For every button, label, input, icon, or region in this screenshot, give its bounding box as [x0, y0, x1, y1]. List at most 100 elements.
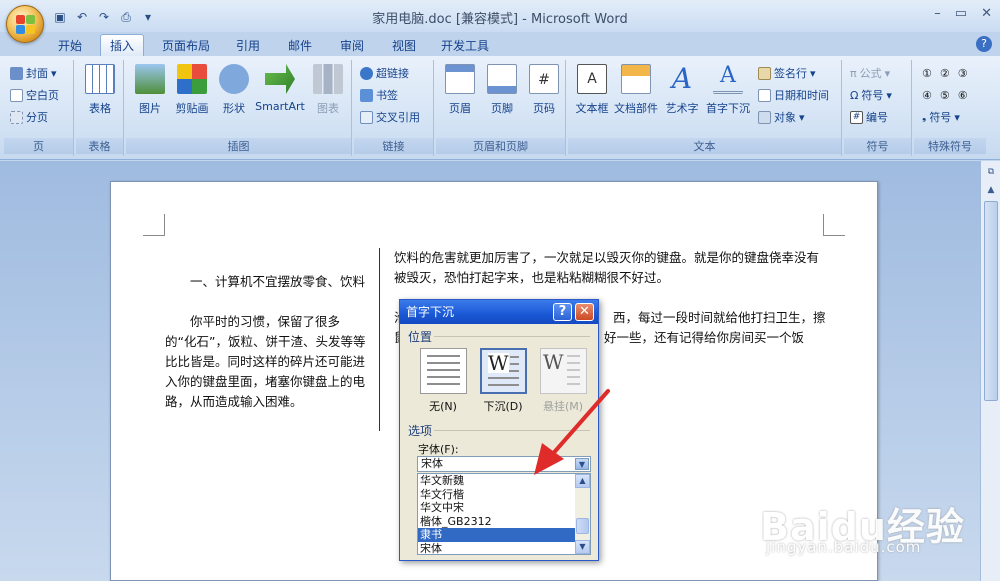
- clipart-icon: [177, 64, 207, 94]
- page-break-button[interactable]: 分页: [10, 108, 48, 126]
- hyperlink-icon: [360, 66, 373, 80]
- group-label-pages: 页: [4, 138, 73, 154]
- special-symbol-6[interactable]: ⑥: [958, 89, 968, 102]
- group-text: A 文本框 文档部件 A 艺术字 A 首字下沉 签名行 ▾ 日期和时间 对象 ▾ 文本: [568, 60, 842, 156]
- baidu-watermark: Baidu经验 jingyan.baidu.com: [760, 470, 985, 580]
- signature-line-button[interactable]: 签名行 ▾: [758, 64, 816, 82]
- title-bar: ▣ ↶ ↷ ⎙ ▾ 家用电脑.doc [兼容模式] - Microsoft Wo…: [0, 0, 1000, 43]
- header-icon: [445, 64, 475, 94]
- quick-parts-button[interactable]: 文档部件: [612, 64, 660, 116]
- heading-paragraph: 一、计算机不宜摆放零食、饮料: [190, 274, 366, 289]
- font-option[interactable]: 楷体_GB2312: [418, 515, 576, 529]
- tab-references[interactable]: 引用: [228, 36, 268, 56]
- scroll-down-icon[interactable]: ▼: [575, 540, 590, 554]
- font-option[interactable]: 华文中宋: [418, 501, 576, 515]
- restore-icon[interactable]: ▭: [955, 6, 967, 21]
- smartart-button[interactable]: SmartArt: [252, 64, 308, 113]
- group-links: 超链接 书签 交叉引用 链接: [354, 60, 434, 156]
- textbox-button[interactable]: A 文本框: [570, 64, 614, 116]
- window-controls: – ▭ ✕: [934, 6, 992, 21]
- footer-icon: [487, 64, 517, 94]
- special-symbol-4[interactable]: ④: [922, 89, 932, 102]
- picture-icon: [135, 64, 165, 94]
- body-paragraph: 饮料的危害就更加厉害了，一次就足以毁灭你的键盘。就是你的键盘侥幸没有被毁灭，恐怕…: [394, 250, 820, 285]
- group-special-symbols: ① ② ③ ④ ⑤ ⑥ ❟ 符号 ▾ 特殊符号: [914, 60, 986, 156]
- clipart-button[interactable]: 剪贴画: [170, 64, 214, 116]
- cross-reference-button[interactable]: 交叉引用: [360, 108, 420, 126]
- blank-page-button[interactable]: 空白页: [10, 86, 59, 104]
- font-dropdown-list[interactable]: 华文新魏 华文行楷 华文中宋 楷体_GB2312 隶书 宋体 ▲ ▼: [417, 473, 591, 555]
- special-symbol-2[interactable]: ②: [940, 67, 950, 80]
- tab-review[interactable]: 审阅: [332, 36, 372, 56]
- close-icon[interactable]: ✕: [981, 6, 992, 21]
- help-icon[interactable]: ?: [976, 36, 992, 52]
- quick-parts-icon: [621, 64, 651, 94]
- dropdown-arrow-icon: ▾: [954, 110, 960, 124]
- hyperlink-button[interactable]: 超链接: [360, 64, 409, 82]
- symbol-button[interactable]: Ω 符号 ▾: [850, 86, 892, 104]
- scroll-up-icon[interactable]: ▲: [984, 183, 998, 197]
- smartart-icon: [265, 64, 295, 94]
- tab-insert[interactable]: 插入: [100, 34, 144, 58]
- dialog-title-bar: 首字下沉 ? ✕: [400, 300, 598, 324]
- font-option-selected[interactable]: 隶书: [418, 528, 576, 542]
- font-option[interactable]: 华文行楷: [418, 488, 576, 502]
- page-number-button[interactable]: # 页码: [522, 64, 566, 116]
- group-label-symbols: 符号: [844, 138, 911, 154]
- scroll-thumb[interactable]: [984, 201, 998, 401]
- table-button[interactable]: 表格: [78, 64, 122, 116]
- pi-icon: π: [850, 66, 857, 80]
- object-button[interactable]: 对象 ▾: [758, 108, 805, 126]
- font-option[interactable]: 宋体: [418, 542, 576, 554]
- crop-mark: [823, 214, 845, 236]
- cover-page-button[interactable]: 封面 ▾: [10, 64, 57, 82]
- minimize-icon[interactable]: –: [934, 6, 941, 21]
- crop-mark: [143, 214, 165, 236]
- list-scroll-thumb[interactable]: [576, 518, 589, 534]
- equation-button[interactable]: π 公式 ▾: [850, 64, 890, 82]
- shapes-icon: [219, 64, 249, 94]
- special-symbol-5[interactable]: ⑤: [940, 89, 950, 102]
- numbering-button[interactable]: # 编号: [850, 108, 888, 126]
- group-pages: 封面 ▾ 空白页 分页 页: [4, 60, 74, 156]
- ruler-toggle-icon[interactable]: ⧉: [984, 165, 998, 179]
- dropcap-letter-icon: W: [488, 351, 509, 375]
- dialog-help-button[interactable]: ?: [553, 303, 572, 321]
- position-none-option[interactable]: [420, 348, 467, 394]
- omega-icon: Ω: [850, 88, 859, 102]
- group-table: 表格 表格: [76, 60, 124, 156]
- position-section-label: 位置: [408, 330, 433, 344]
- tab-page-layout[interactable]: 页面布局: [156, 36, 216, 56]
- page-number-icon: #: [529, 64, 559, 94]
- group-label-header-footer: 页眉和页脚: [436, 138, 565, 154]
- wordart-button[interactable]: A 艺术字: [660, 64, 704, 116]
- shapes-button[interactable]: 形状: [212, 64, 256, 116]
- more-symbols-button[interactable]: ❟ 符号 ▾: [922, 108, 960, 126]
- header-button[interactable]: 页眉: [438, 64, 482, 116]
- chart-button[interactable]: 图表: [306, 64, 350, 116]
- ribbon-tabs: 开始 插入 页面布局 引用 邮件 审阅 视图 开发工具 ?: [0, 32, 1000, 58]
- list-scrollbar[interactable]: ▲ ▼: [575, 474, 590, 554]
- dialog-close-button[interactable]: ✕: [575, 303, 594, 321]
- text-column-1[interactable]: 一、计算机不宜摆放零食、饮料 你平时的习惯，保留了很多的“化石”，饭粒、饼干渣、…: [165, 272, 367, 412]
- picture-button[interactable]: 图片: [128, 64, 172, 116]
- group-header-footer: 页眉 页脚 # 页码 页眉和页脚: [436, 60, 566, 156]
- special-symbols-row2: ④ ⑤ ⑥: [922, 86, 968, 104]
- group-label-special-symbols: 特殊符号: [914, 138, 986, 154]
- tab-home[interactable]: 开始: [48, 36, 92, 56]
- special-symbol-3[interactable]: ③: [958, 67, 968, 80]
- tab-mailings[interactable]: 邮件: [280, 36, 320, 56]
- position-none-label: 无(N): [429, 400, 457, 413]
- office-logo-icon: [16, 15, 36, 35]
- dropcap-button[interactable]: A 首字下沉: [702, 64, 754, 116]
- date-time-button[interactable]: 日期和时间: [758, 86, 829, 104]
- bookmark-button[interactable]: 书签: [360, 86, 398, 104]
- margin-letter-icon: W: [543, 350, 564, 374]
- footer-button[interactable]: 页脚: [480, 64, 524, 116]
- dropdown-arrow-icon: ▾: [886, 88, 892, 102]
- tab-developer[interactable]: 开发工具: [436, 36, 494, 56]
- window-title: 家用电脑.doc [兼容模式] - Microsoft Word: [372, 12, 628, 27]
- special-symbol-1[interactable]: ①: [922, 67, 932, 80]
- tab-view[interactable]: 视图: [384, 36, 424, 56]
- office-button[interactable]: [6, 5, 44, 43]
